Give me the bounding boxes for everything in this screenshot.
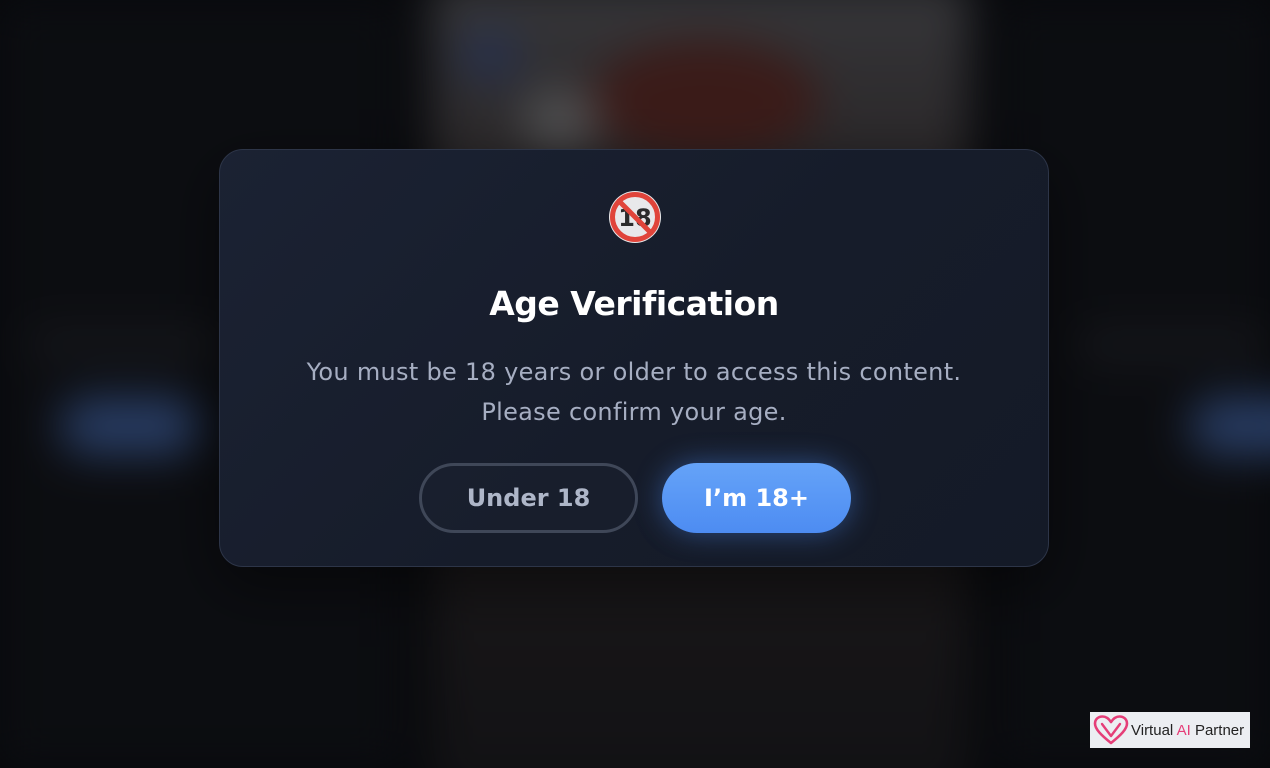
no-one-under-eighteen-icon: 18: [609, 191, 661, 243]
brand-name-highlight: AI: [1176, 721, 1191, 739]
confirm-18-plus-button[interactable]: I’m 18+: [662, 463, 851, 533]
brand-name-suffix: Partner: [1190, 721, 1245, 739]
brand-name: Virtual AI Partner: [1131, 722, 1244, 739]
page: 18 Age Verification You must be 18 years…: [0, 0, 1270, 768]
modal-title: Age Verification: [489, 284, 779, 323]
heart-logo-icon: [1093, 715, 1129, 745]
message-line-1: You must be 18 years or older to access …: [306, 358, 962, 386]
under-18-button[interactable]: Under 18: [419, 463, 638, 533]
brand-name-prefix: Virtual: [1131, 721, 1177, 739]
modal-message: You must be 18 years or older to access …: [250, 352, 1018, 432]
brand-watermark[interactable]: Virtual AI Partner: [1090, 712, 1250, 748]
message-line-2: Please confirm your age.: [481, 398, 787, 426]
age-verification-modal: 18 Age Verification You must be 18 years…: [219, 149, 1049, 567]
